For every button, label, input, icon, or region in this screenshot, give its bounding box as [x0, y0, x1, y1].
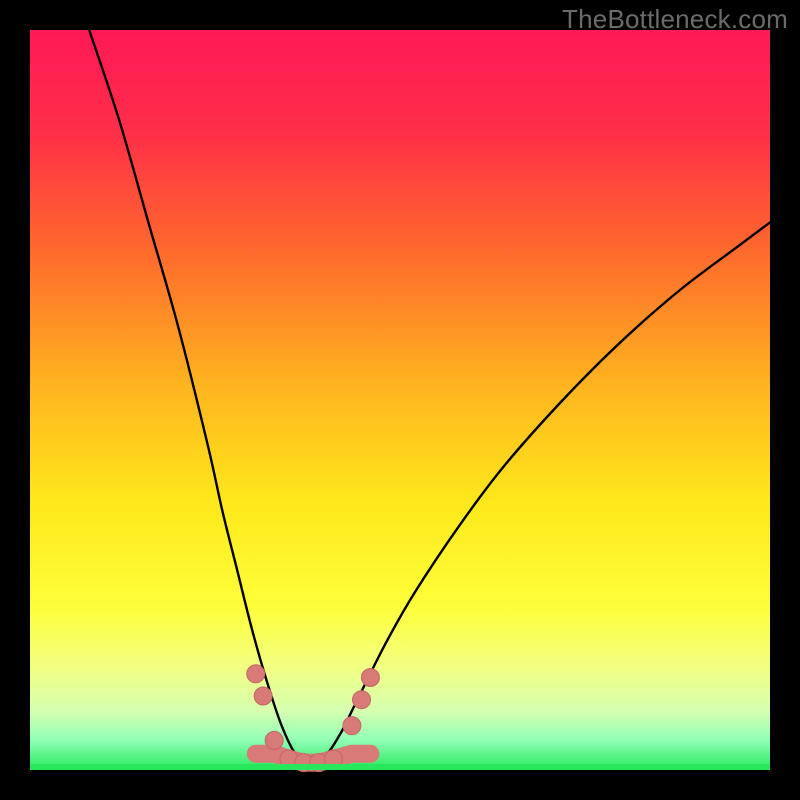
curve-layer: [30, 30, 770, 770]
marker-dot: [361, 669, 379, 687]
marker-dot: [265, 731, 283, 749]
marker-dot: [343, 717, 361, 735]
green-baseline: [30, 764, 770, 770]
chart-frame: TheBottleneck.com: [0, 0, 800, 800]
marker-dot: [254, 687, 272, 705]
marker-dot: [353, 691, 371, 709]
plot-area: [30, 30, 770, 770]
marker-dot: [247, 665, 265, 683]
bottleneck-curve: [89, 30, 770, 763]
